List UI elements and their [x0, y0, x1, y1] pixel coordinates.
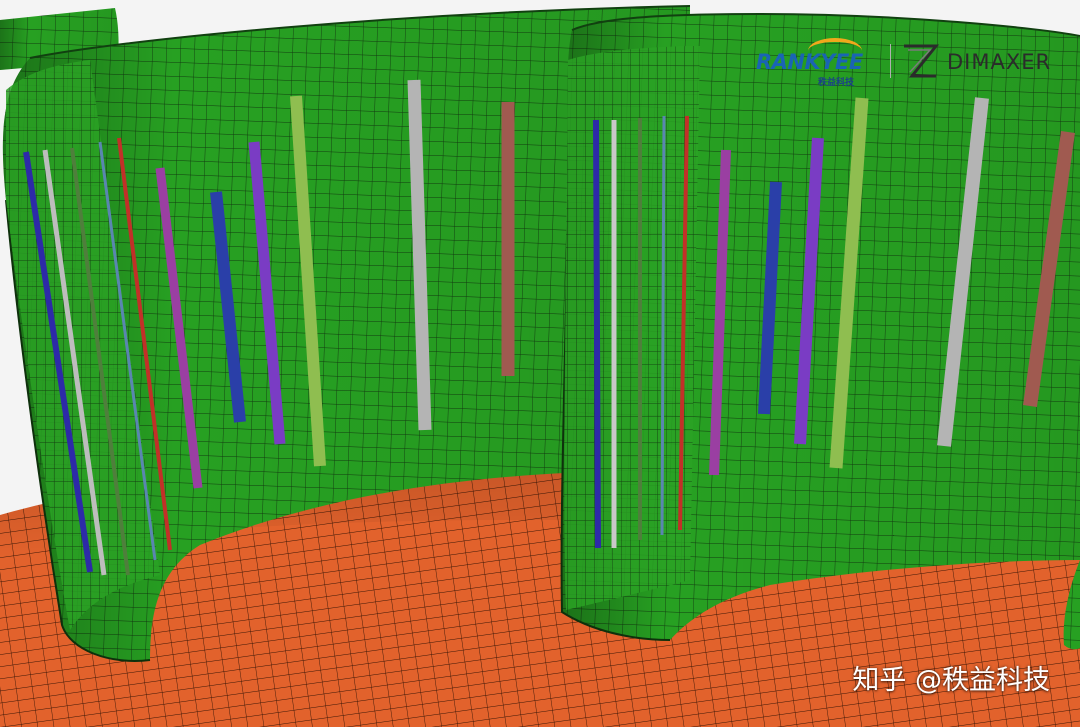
logo-divider [890, 44, 891, 78]
rankyee-chinese-name: 秩益科技 [818, 78, 855, 88]
strip-blue-3 [593, 119, 601, 549]
blade-right [560, 12, 1080, 641]
mesh-render [0, 0, 1080, 727]
strip-lightblue-2 [660, 115, 666, 536]
dimaxer-wordmark: DIMAXER [947, 50, 1052, 74]
rankyee-logo: RANKYEE 秩益科技 [752, 38, 884, 88]
zhihu-watermark: 知乎 @秩益科技 [852, 665, 1050, 696]
brand-logos: RANKYEE 秩益科技 DIMAXER [752, 38, 1072, 88]
rankyee-wordmark: RANKYEE [756, 50, 863, 74]
dimaxer-z-icon [904, 44, 940, 78]
